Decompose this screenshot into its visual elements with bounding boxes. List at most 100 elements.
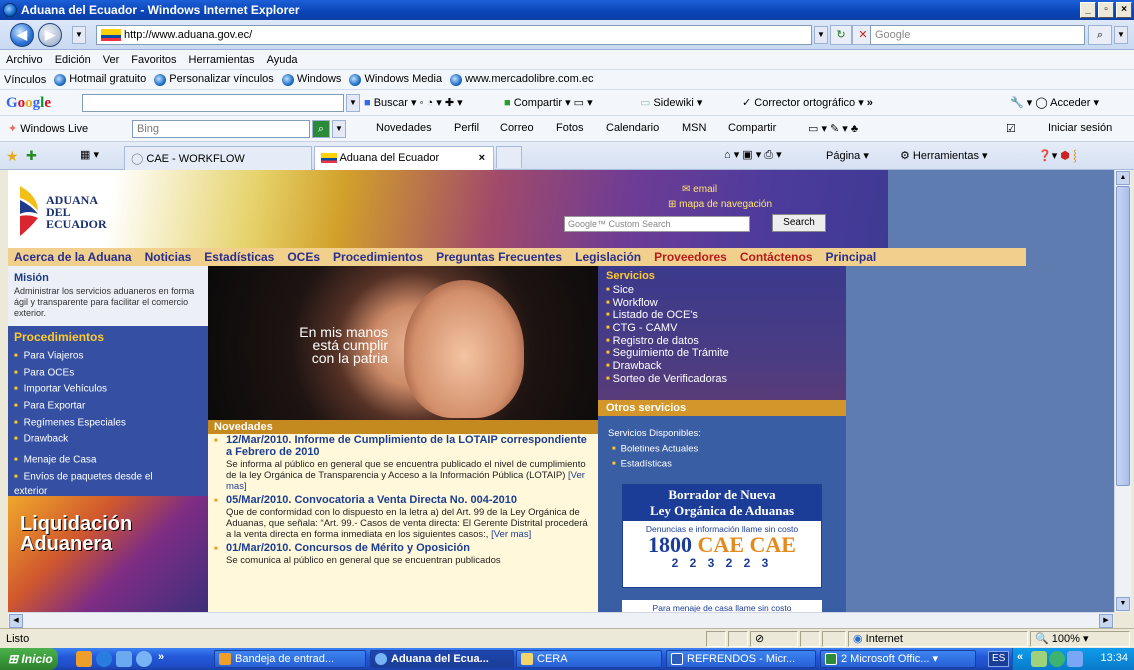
clock[interactable]: 13:34 [1100, 652, 1128, 664]
task-office[interactable]: 2 Microsoft Offic... ▾ [820, 650, 976, 668]
serv-registro[interactable]: Registro de datos [606, 335, 842, 348]
search-options-dropdown[interactable]: ▼ [1114, 26, 1128, 44]
nav-preguntas[interactable]: Preguntas Frecuentes [436, 250, 562, 264]
liquidacion-banner[interactable]: Liquidación Aduanera [8, 496, 208, 612]
forward-button[interactable]: ▶ [38, 23, 62, 47]
new-tab-button[interactable] [496, 146, 522, 168]
close-tab-icon[interactable]: × [479, 152, 485, 164]
menu-archivo[interactable]: Archivo [6, 54, 43, 66]
acceder-button[interactable]: 🔧 ▾ ◯ Acceder ▾ [1010, 96, 1099, 109]
google-search-input[interactable] [82, 94, 344, 112]
email-link[interactable]: ✉ email [668, 182, 772, 197]
tray-network-icon[interactable] [1049, 651, 1065, 667]
favorites-star-icon[interactable]: ★ [6, 148, 19, 165]
menu-favoritos[interactable]: Favoritos [131, 54, 176, 66]
search-button[interactable]: Search [772, 214, 826, 232]
wl-msn[interactable]: MSN [682, 122, 706, 134]
nav-proveedores[interactable]: Proveedores [654, 250, 727, 264]
iniciar-sesion-link[interactable]: Iniciar sesión [1048, 122, 1112, 134]
nav-oces[interactable]: OCEs [287, 250, 320, 264]
buscar-button[interactable]: ■ Buscar ▾ ◦ ◔ ▾ ✚ ▾ [364, 96, 463, 109]
tray-app-icon[interactable] [1031, 651, 1047, 667]
serv-sice[interactable]: Sice [606, 284, 842, 297]
zoom-control[interactable]: 🔍 100% ▾ [1030, 631, 1130, 647]
history-dropdown[interactable]: ▼ [72, 26, 86, 44]
proc-viajeros[interactable]: Para Viajeros [14, 348, 206, 365]
task-cera[interactable]: CERA [516, 650, 662, 668]
serv-ctg-camv[interactable]: CTG - CAMV [606, 322, 842, 335]
tab-aduana[interactable]: Aduana del Ecuador × [314, 146, 494, 171]
serv-drawback[interactable]: Drawback [606, 360, 842, 373]
menu-ayuda[interactable]: Ayuda [267, 54, 298, 66]
scroll-thumb[interactable] [1116, 186, 1130, 486]
proc-oces[interactable]: Para OCEs [14, 365, 206, 382]
google-search-dropdown[interactable]: ▼ [346, 94, 360, 112]
address-bar[interactable]: http://www.aduana.gov.ec/ [96, 25, 812, 45]
minimize-button[interactable]: _ [1080, 2, 1096, 18]
close-button[interactable]: × [1116, 2, 1132, 18]
custom-search-input[interactable]: Google™ Custom Search [564, 216, 750, 232]
otros-estadisticas[interactable]: Estadísticas [612, 457, 698, 472]
proc-envios[interactable]: Envíos de paquetes desde el exterior [14, 470, 184, 499]
link-mercadolibre[interactable]: www.mercadolibre.com.ec [450, 73, 593, 86]
task-bandeja[interactable]: Bandeja de entrad... [214, 650, 366, 668]
menu-ver[interactable]: Ver [103, 54, 120, 66]
bing-search-icon[interactable]: ⌕ [312, 120, 330, 138]
serv-sorteo[interactable]: Sorteo de Verificadoras [606, 373, 842, 386]
scroll-up-icon[interactable]: ▲ [1116, 171, 1130, 185]
nav-estadisticas[interactable]: Estadísticas [204, 250, 274, 264]
tab-cae-workflow[interactable]: ◯ CAE - WORKFLOW [124, 146, 312, 170]
restore-button[interactable]: ▫ [1098, 2, 1114, 18]
proc-menaje[interactable]: Menaje de Casa [14, 452, 206, 469]
news-title[interactable]: 12/Mar/2010. Informe de Cumplimiento de … [226, 434, 592, 458]
nav-contactenos[interactable]: Contáctenos [740, 250, 813, 264]
sidewiki-button[interactable]: ▭ Sidewiki ▾ [640, 96, 702, 109]
otros-boletines[interactable]: Boletines Actuales [612, 442, 699, 457]
language-indicator[interactable]: ES [988, 651, 1010, 667]
ver-mas-link[interactable]: [Ver mas] [491, 529, 531, 540]
scroll-left-icon[interactable]: ◀ [9, 614, 23, 628]
task-refrendos[interactable]: REFRENDOS - Micr... [666, 650, 816, 668]
search-input[interactable]: Google [870, 25, 1085, 45]
ley-organica-banner[interactable]: Borrador de Nueva Ley Orgánica de Aduana… [622, 484, 822, 588]
nav-noticias[interactable]: Noticias [145, 250, 192, 264]
proc-regimenes[interactable]: Regímenes Especiales [14, 415, 206, 432]
menu-edicion[interactable]: Edición [55, 54, 91, 66]
scroll-right-icon[interactable]: ▶ [1099, 614, 1113, 628]
windows-live-button[interactable]: ✦ Windows Live [8, 122, 88, 135]
tray-messenger-icon[interactable] [1067, 651, 1083, 667]
address-dropdown[interactable]: ▼ [814, 26, 828, 44]
horizontal-scrollbar[interactable]: ◀ ▶ [8, 612, 1114, 628]
nav-procedimientos[interactable]: Procedimientos [333, 250, 423, 264]
desktop-quicklaunch-icon[interactable] [116, 651, 132, 667]
link-windows-media[interactable]: Windows Media [349, 73, 442, 86]
search-icon[interactable]: ⌕ [1088, 25, 1112, 45]
add-favorites-icon[interactable]: ✚ [26, 148, 37, 164]
corrector-button[interactable]: ✓ Corrector ortográfico ▾ » [742, 96, 873, 109]
vertical-scrollbar[interactable]: ▲ ▼ [1114, 170, 1131, 612]
wl-calendario[interactable]: Calendario [606, 122, 659, 134]
serv-listado-oces[interactable]: Listado de OCE's [606, 309, 842, 322]
proc-drawback[interactable]: Drawback [14, 431, 206, 448]
bing-search-input[interactable]: Bing [132, 120, 310, 138]
link-windows[interactable]: Windows [281, 73, 341, 86]
herramientas-menu[interactable]: ⚙ Herramientas ▾ [900, 149, 988, 162]
wl-perfil[interactable]: Perfil [454, 122, 479, 134]
nav-principal[interactable]: Principal [826, 250, 877, 264]
start-button[interactable]: ⊞ Inicio [0, 648, 58, 670]
pagina-menu[interactable]: Página ▾ [826, 149, 869, 162]
privacy-icon[interactable]: ⊘ [750, 631, 798, 647]
scroll-down-icon[interactable]: ▼ [1116, 597, 1130, 611]
wl-extra-icons[interactable]: ▭ ▾ ✎ ▾ ♣ [808, 122, 858, 135]
tray-expand-icon[interactable]: « [1017, 651, 1023, 663]
refresh-icon[interactable]: ↻ [830, 25, 852, 45]
serv-workflow[interactable]: Workflow [606, 297, 842, 310]
quicklaunch-more-icon[interactable]: » [158, 651, 164, 663]
link-hotmail[interactable]: Hotmail gratuito [54, 73, 146, 86]
news-title[interactable]: 01/Mar/2010. Concursos de Mérito y Oposi… [226, 542, 592, 554]
bing-dropdown[interactable]: ▼ [332, 120, 346, 138]
ie-quicklaunch-icon[interactable] [136, 651, 152, 667]
browser-quicklaunch-icon[interactable] [96, 651, 112, 667]
menaje-banner[interactable]: Para menaje de casa llame sin costo [622, 600, 822, 612]
proc-vehiculos[interactable]: Importar Vehículos [14, 381, 206, 398]
